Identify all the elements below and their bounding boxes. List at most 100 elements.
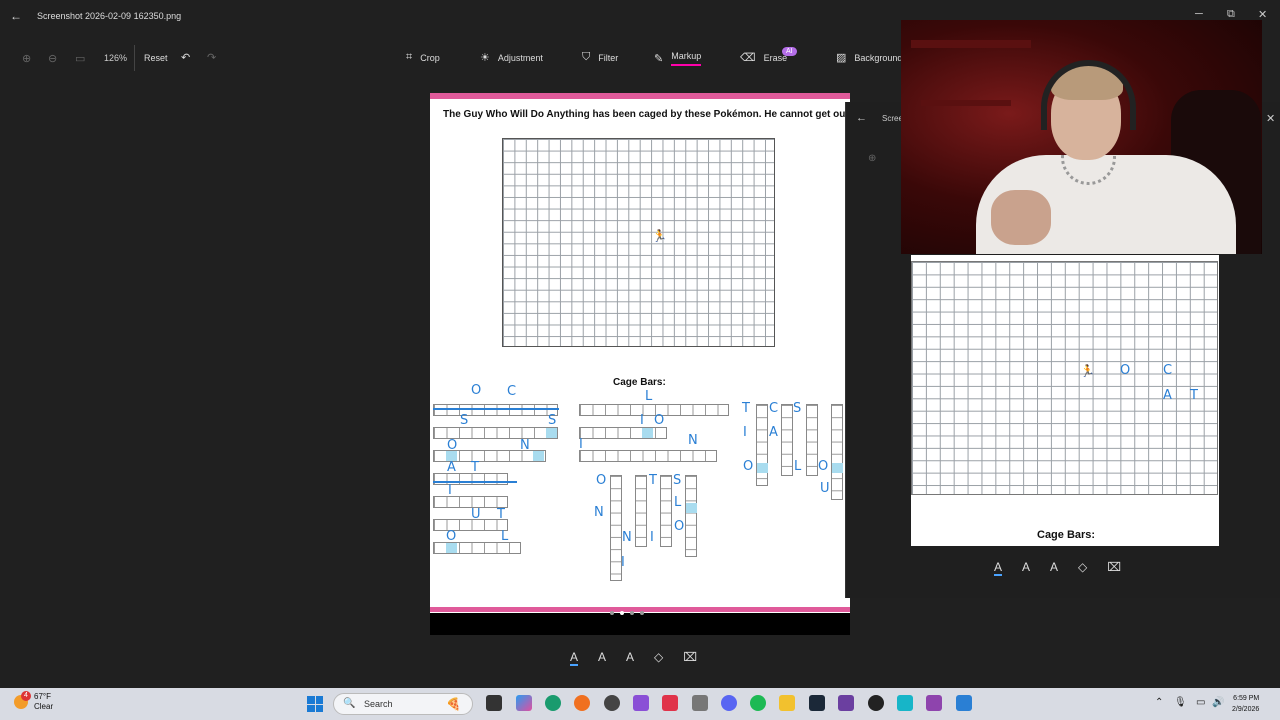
ink-letter: O <box>596 473 607 488</box>
clear-icon[interactable]: ⌧ <box>1107 560 1121 576</box>
tray-overflow-icon[interactable]: ⌃ <box>1155 697 1163 708</box>
eraser-icon[interactable]: ◇ <box>1078 560 1087 576</box>
puzzle-grid[interactable] <box>502 138 775 347</box>
ink-letter: T <box>649 473 657 488</box>
erase-tool[interactable]: ⌫ Erase <box>740 51 787 64</box>
zoom-in-icon[interactable]: ⊕ <box>868 153 876 164</box>
twitch-icon[interactable] <box>633 695 649 711</box>
close-icon[interactable]: ✕ <box>1266 112 1275 125</box>
ink-letter: C <box>507 384 517 399</box>
back-arrow-icon[interactable]: ← <box>10 9 22 23</box>
ink-letter: I <box>650 530 654 545</box>
webcam-overlay <box>901 20 1262 254</box>
ink-letter: O <box>446 529 457 544</box>
background-tool[interactable]: ▨ Background <box>836 51 902 64</box>
page-indicator[interactable] <box>610 611 644 615</box>
minimize-button[interactable]: ─ <box>1195 8 1203 20</box>
cage-bars-title: Cage Bars: <box>613 377 666 388</box>
obs-icon[interactable] <box>604 695 620 711</box>
divider <box>134 45 135 71</box>
ink-letter: S <box>673 473 682 488</box>
ink-letter: U <box>471 507 481 522</box>
background-icon: ▨ <box>836 52 847 64</box>
ink-letter: I <box>621 555 625 570</box>
file-explorer-icon[interactable] <box>779 695 795 711</box>
ink-letter: A <box>1163 388 1172 403</box>
app-icon[interactable] <box>868 695 884 711</box>
zoom-out-icon[interactable]: ⊖ <box>48 52 57 65</box>
edge-icon[interactable] <box>545 695 561 711</box>
start-button[interactable] <box>307 696 323 712</box>
spotify-icon[interactable] <box>750 695 766 711</box>
ink-letter: N <box>520 438 530 453</box>
person-hand <box>991 190 1051 245</box>
ink-letter: C <box>1163 363 1173 378</box>
back-arrow-icon[interactable]: ← <box>856 112 867 124</box>
filter-tool[interactable]: ⛉ Filter <box>582 51 618 64</box>
ink-letter: N <box>594 505 604 520</box>
crop-tool[interactable]: ⌗ Crop <box>406 51 440 64</box>
ink-letter: O <box>654 413 665 428</box>
ink-letter: C <box>769 401 779 416</box>
steam-icon[interactable] <box>809 695 825 711</box>
pen-tool-icon[interactable]: A <box>1022 560 1030 576</box>
clock-time: 6:59 PM <box>1233 695 1260 702</box>
ink-letter: I <box>743 425 747 440</box>
fx-icon[interactable] <box>926 695 942 711</box>
clear-icon[interactable]: ⌧ <box>683 650 697 666</box>
puzzle-title: The Guy Who Will Do Anything has been ca… <box>443 109 850 120</box>
fit-icon[interactable]: ▭ <box>75 52 85 65</box>
pen-tool-icon[interactable]: A <box>598 650 606 666</box>
cage-bar-column <box>831 404 843 500</box>
discord-icon[interactable] <box>721 695 737 711</box>
weather-desc: Clear <box>34 702 54 711</box>
ink-letter: O <box>818 459 829 474</box>
firefox-icon[interactable] <box>574 695 590 711</box>
app-icon[interactable] <box>838 695 854 711</box>
clock[interactable]: 6:59 PM 2/9/2026 <box>1232 693 1259 715</box>
zoom-in-icon[interactable]: ⊕ <box>22 52 31 65</box>
window-title: Scree <box>882 114 903 123</box>
preview-image[interactable]: 🏃 O C A T Cage Bars: <box>911 255 1219 546</box>
cage-bar-column <box>685 475 697 557</box>
app-icon[interactable] <box>897 695 913 711</box>
microphone-icon[interactable]: 🎙 <box>1174 697 1187 708</box>
ink-letter: L <box>674 495 682 510</box>
taskview-icon[interactable] <box>486 695 502 711</box>
search-label: Search <box>364 699 393 709</box>
markup-tool[interactable]: ✎ Markup <box>654 51 702 66</box>
notification-badge: 4 <box>21 691 31 701</box>
adjustment-tool[interactable]: ☀ Adjustment <box>480 51 543 64</box>
shelf <box>911 40 1031 48</box>
headset-icon <box>1041 60 1136 130</box>
weather-widget[interactable]: 4 67°F Clear <box>14 691 54 712</box>
highlighter-icon[interactable]: A <box>1050 560 1058 576</box>
preview-grid[interactable] <box>911 261 1218 495</box>
ink-letter: O <box>447 438 458 453</box>
ink-letter: S <box>460 413 469 428</box>
eraser-icon[interactable]: ◇ <box>654 650 663 666</box>
photos-icon[interactable] <box>956 695 972 711</box>
search-icon: 🔍 <box>343 698 356 709</box>
highlighter-icon[interactable]: A <box>626 650 634 666</box>
cage-bar-column <box>781 404 793 476</box>
pen-tool-icon[interactable]: A <box>570 650 579 666</box>
app-icon[interactable] <box>662 695 678 711</box>
redo-icon[interactable]: ↷ <box>207 51 216 64</box>
reset-button[interactable]: Reset <box>144 53 168 63</box>
audio-icon[interactable] <box>692 695 708 711</box>
cage-bar-row <box>579 450 717 462</box>
cage-bar-row <box>579 427 667 439</box>
image-canvas[interactable]: The Guy Who Will Do Anything has been ca… <box>430 93 850 635</box>
ink-letter: N <box>688 433 698 448</box>
undo-icon[interactable]: ↶ <box>181 51 190 64</box>
highlight-cell <box>832 463 843 473</box>
search-box[interactable]: 🔍 Search 🍕 <box>333 693 473 715</box>
pen-tool-icon[interactable]: A <box>994 560 1003 576</box>
volume-icon[interactable]: 🔊 <box>1212 697 1224 708</box>
network-icon[interactable]: ▭ <box>1196 697 1205 708</box>
ai-badge: AI <box>782 47 797 56</box>
window-title: Screenshot 2026-02-09 162350.png <box>37 11 182 21</box>
filter-icon: ⛉ <box>582 51 591 63</box>
copilot-icon[interactable] <box>516 695 532 711</box>
